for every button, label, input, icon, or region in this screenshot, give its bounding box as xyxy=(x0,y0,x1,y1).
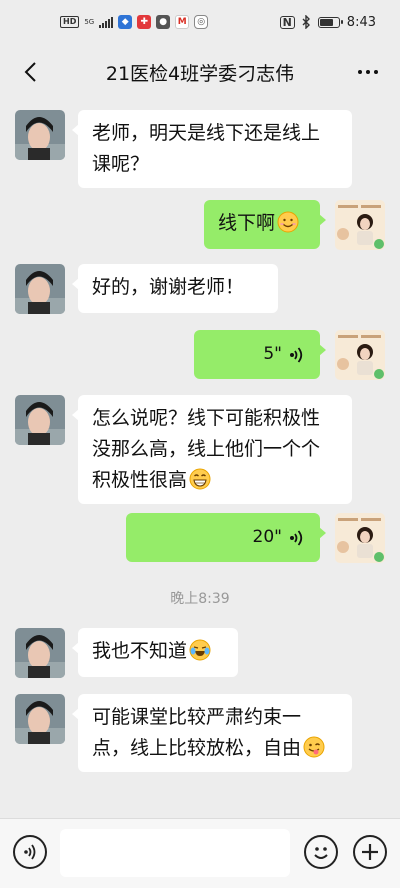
input-toolbar xyxy=(0,818,400,888)
plus-icon xyxy=(362,844,378,860)
voice-message-bubble[interactable]: 5" xyxy=(194,330,326,379)
more-button[interactable] xyxy=(350,54,386,90)
avatar[interactable] xyxy=(335,513,385,563)
chat-messages[interactable]: 老师，明天是线下还是线上课呢？ 线下啊 好的，谢谢老师！ 5" 怎么说呢？线下可… xyxy=(0,100,400,820)
back-button[interactable] xyxy=(12,54,48,90)
voice-duration: 5" xyxy=(263,344,282,364)
message-row: 线下啊 xyxy=(0,200,400,250)
message-row: 我也不知道 xyxy=(0,628,400,678)
more-dots-icon xyxy=(358,70,362,74)
wink-tongue-emoji xyxy=(303,736,325,758)
chat-title: 21医检4班学委刁志伟 xyxy=(105,62,295,85)
voice-mode-button[interactable] xyxy=(13,835,47,869)
mail-icon: M xyxy=(175,15,190,29)
message-bubble-received[interactable]: 好的，谢谢老师！ xyxy=(72,264,278,313)
message-row: 20" xyxy=(0,513,400,563)
timestamp-label: 晚上8:39 xyxy=(170,591,230,607)
avatar[interactable] xyxy=(15,628,65,678)
bluetooth-icon xyxy=(302,15,310,29)
message-bubble-received[interactable]: 我也不知道 xyxy=(72,628,238,677)
app-notify-icon: ◎ xyxy=(194,15,209,29)
chevron-left-icon xyxy=(24,62,36,82)
status-left: HD 5G ◆ ✚ ● M ◎ xyxy=(60,15,209,29)
more-dots-icon xyxy=(366,70,370,74)
voice-mode-icon xyxy=(24,844,36,860)
app-notify-icon: ✚ xyxy=(137,15,152,29)
message-bubble-received[interactable]: 可能课堂比较严肃约束一点，线上比较放松，自由 xyxy=(72,694,352,772)
message-row: 老师，明天是线下还是线上课呢？ xyxy=(0,110,400,188)
voice-message-bubble[interactable]: 20" xyxy=(126,513,326,562)
avatar[interactable] xyxy=(15,395,65,445)
message-bubble-sent[interactable]: 线下啊 xyxy=(204,200,326,249)
hd-icon: HD xyxy=(60,16,80,28)
voice-wave-icon xyxy=(290,346,303,363)
grin-emoji xyxy=(189,468,211,490)
signal-icon xyxy=(99,16,114,28)
message-bubble-received[interactable]: 老师，明天是线下还是线上课呢？ xyxy=(72,110,352,188)
voice-duration: 20" xyxy=(252,527,282,547)
smile-emoji xyxy=(277,211,299,233)
message-icon: ● xyxy=(156,15,171,29)
voice-wave-icon xyxy=(290,529,303,546)
status-bar: HD 5G ◆ ✚ ● M ◎ N 8:43 xyxy=(0,0,400,44)
message-bubble-received[interactable]: 怎么说呢？线下可能积极性没那么高，线上他们一个个积极性很高 xyxy=(72,395,352,504)
message-text: 可能课堂比较严肃约束一点，线上比较放松，自由 xyxy=(92,706,302,759)
battery-icon xyxy=(317,16,343,28)
nfc-icon: N xyxy=(279,15,295,29)
emoji-icon xyxy=(314,847,328,859)
more-dots-icon xyxy=(374,70,378,74)
chat-header: 21医检4班学委刁志伟 xyxy=(0,44,400,100)
avatar[interactable] xyxy=(15,110,65,160)
more-functions-button[interactable] xyxy=(353,835,387,869)
app-notify-icon: ◆ xyxy=(118,15,133,29)
laugh-cry-emoji xyxy=(189,639,211,661)
message-text: 线下啊 xyxy=(218,212,276,234)
avatar[interactable] xyxy=(335,330,385,380)
emoji-button[interactable] xyxy=(304,835,338,869)
avatar[interactable] xyxy=(15,264,65,314)
message-row: 好的，谢谢老师！ xyxy=(0,264,400,314)
network-gen-label: 5G xyxy=(84,17,95,26)
status-time: 8:43 xyxy=(346,14,376,30)
message-text: 我也不知道 xyxy=(92,640,188,662)
status-right: N 8:43 xyxy=(279,14,376,30)
message-row: 5" xyxy=(0,330,400,380)
message-row: 怎么说呢？线下可能积极性没那么高，线上他们一个个积极性很高 xyxy=(0,395,400,504)
message-row: 可能课堂比较严肃约束一点，线上比较放松，自由 xyxy=(0,694,400,799)
avatar[interactable] xyxy=(15,694,65,744)
avatar[interactable] xyxy=(335,200,385,250)
message-input[interactable] xyxy=(60,829,290,877)
